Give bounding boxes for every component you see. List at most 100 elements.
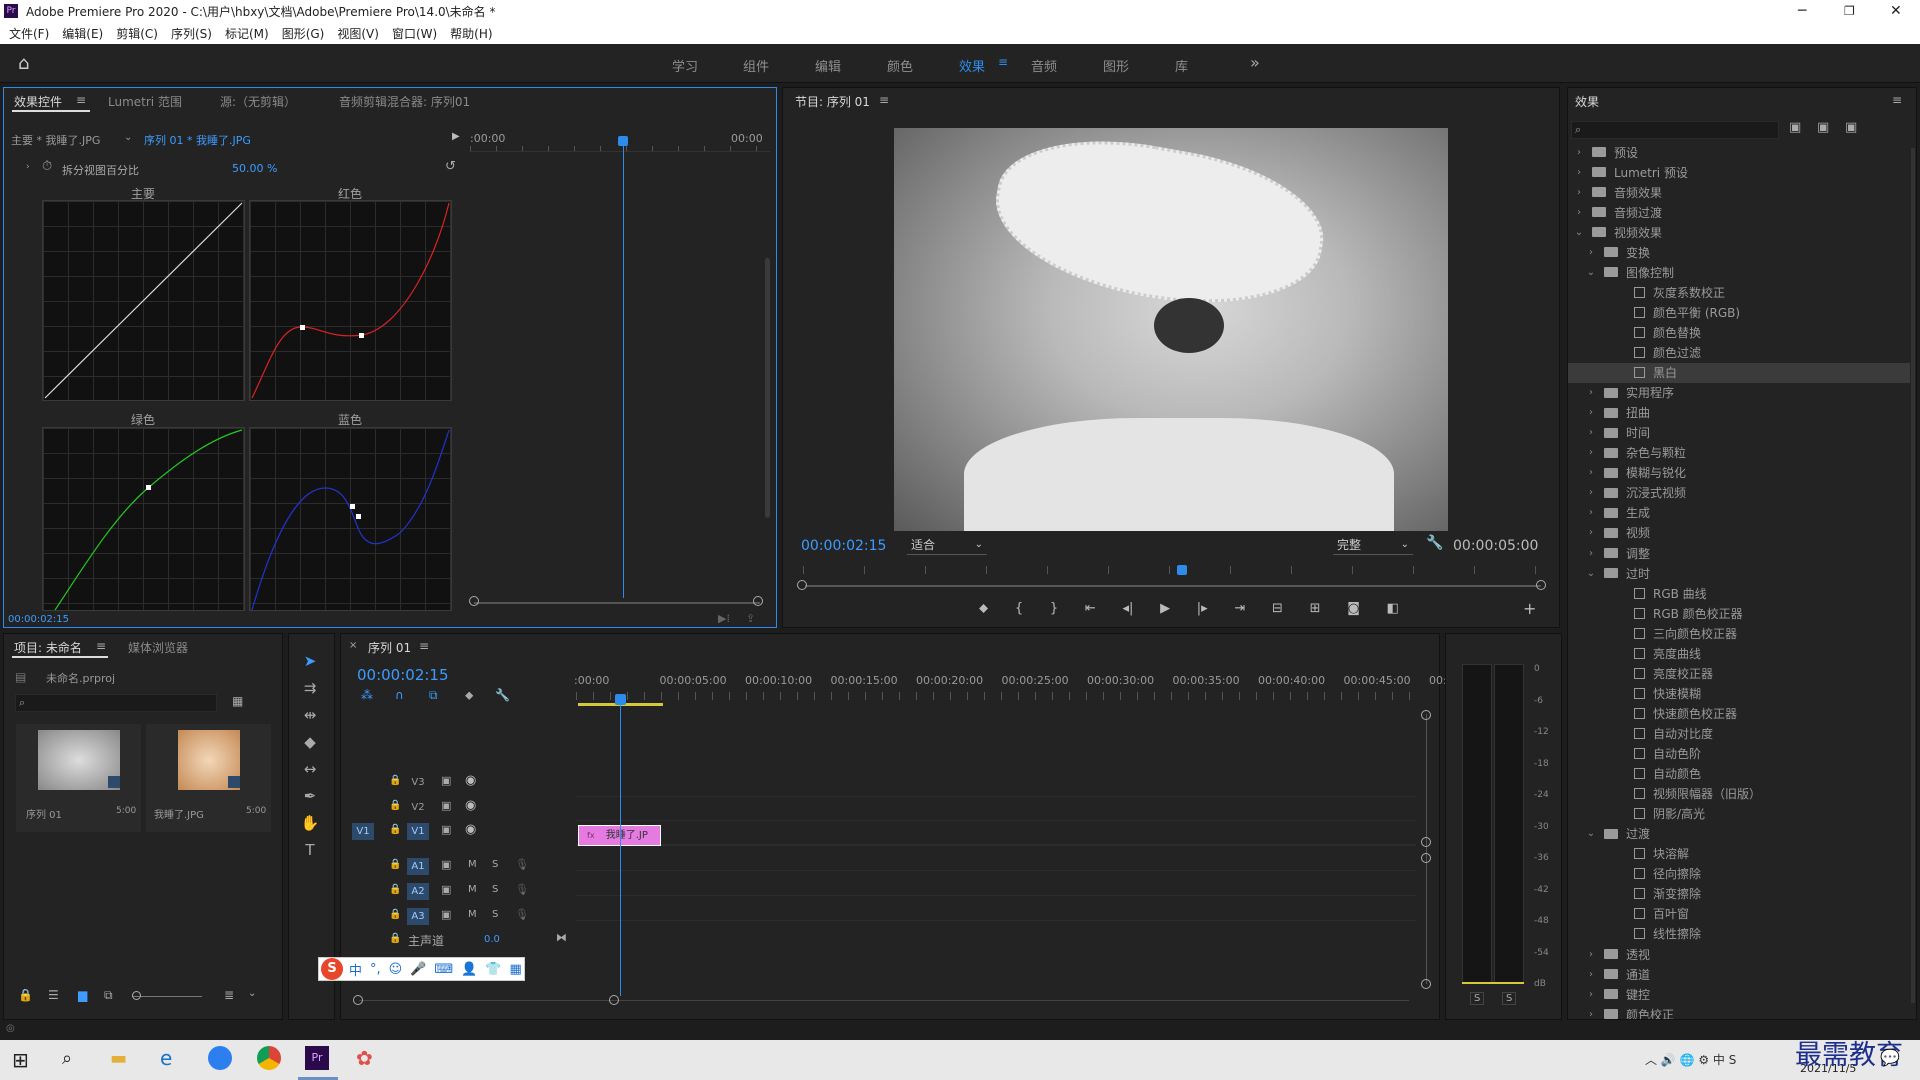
ime-user-icon[interactable]: 👤 <box>461 962 477 977</box>
expand-arrow-icon[interactable]: › <box>26 162 30 172</box>
effect-item[interactable]: 快速颜色校正器 <box>1568 703 1910 723</box>
tab-lumetri-scopes[interactable]: Lumetri 范围 <box>108 93 182 110</box>
effect-item[interactable]: 黑白 <box>1568 362 1910 383</box>
curve-red[interactable] <box>249 200 452 401</box>
solo-button[interactable]: S <box>492 884 498 895</box>
ec-zoom-scroll[interactable] <box>474 602 760 604</box>
effect-item[interactable]: 三向颜色校正器 <box>1568 623 1910 643</box>
effect-item[interactable]: 百叶窗 <box>1568 904 1910 924</box>
tab-effect-controls[interactable]: 效果控件 <box>14 93 62 110</box>
effect-folder[interactable]: › 键控 <box>1568 984 1910 1004</box>
effect-item[interactable]: 渐变擦除 <box>1568 884 1910 904</box>
workspace-learn[interactable]: 学习 <box>672 56 698 75</box>
sync-lock-icon[interactable]: ▣ <box>441 799 451 812</box>
effect-item[interactable]: RGB 曲线 <box>1568 583 1910 603</box>
mute-button[interactable]: M <box>468 859 477 870</box>
chevron-down-icon[interactable]: ⌄ <box>1572 227 1586 238</box>
play-icon[interactable]: ▶ <box>1160 601 1170 621</box>
effect-item[interactable]: 亮度校正器 <box>1568 663 1910 683</box>
chevron-right-icon[interactable]: › <box>1584 407 1598 418</box>
split-view-value[interactable]: 50.00 % <box>232 162 277 175</box>
ec-playhead[interactable] <box>623 138 624 598</box>
chevron-right-icon[interactable]: › <box>1584 447 1598 458</box>
share-icon[interactable]: ⇪ <box>746 612 755 625</box>
effects-scrollbar[interactable] <box>1911 148 1915 1003</box>
hscroll-handle-left[interactable] <box>353 995 363 1005</box>
reset-icon[interactable]: ↺ <box>445 159 456 174</box>
menu-graphics[interactable]: 图形(G) <box>282 25 325 42</box>
chevron-right-icon[interactable]: › <box>1584 969 1598 980</box>
new-bin-icon[interactable]: ▦ <box>232 694 243 708</box>
timeline-ruler[interactable]: :00:00 00:00:05:00 00:00:10:00 00:00:15:00 0… <box>574 674 1458 704</box>
ime-punct-icon[interactable]: °, <box>370 962 381 977</box>
project-menu-icon[interactable]: ≡ <box>96 639 106 653</box>
menu-sequence[interactable]: 序列(S) <box>171 25 212 42</box>
track-label[interactable]: A3 <box>407 908 429 925</box>
effect-folder[interactable]: › 变换 <box>1568 242 1910 262</box>
app-icon-blue[interactable] <box>208 1046 232 1070</box>
timeline-playhead[interactable] <box>620 696 621 996</box>
workspace-color[interactable]: 颜色 <box>887 56 913 75</box>
hscroll-handle-right[interactable] <box>609 995 619 1005</box>
chevron-right-icon[interactable]: › <box>1584 548 1598 559</box>
effect-folder[interactable]: › 模糊与锐化 <box>1568 463 1910 483</box>
chevron-right-icon[interactable]: › <box>1584 247 1598 258</box>
settings-wrench-icon[interactable]: 🔧 <box>1426 535 1443 551</box>
program-zoom-right[interactable] <box>1536 580 1546 590</box>
mark-out-icon[interactable]: } <box>1050 601 1058 621</box>
yuv-effects-icon[interactable]: ▣ <box>1845 120 1857 135</box>
ime-keyboard-icon[interactable]: ⌨ <box>434 962 453 977</box>
chevron-right-icon[interactable]: › <box>1572 187 1586 198</box>
maximize-button[interactable]: ❐ <box>1844 4 1855 18</box>
project-search-input[interactable]: ⌕ <box>15 694 217 712</box>
effect-folder[interactable]: › 视频 <box>1568 523 1910 543</box>
chevron-down-icon[interactable]: ⌄ <box>248 988 256 999</box>
chevron-down-icon[interactable]: ⌄ <box>1584 568 1598 579</box>
solo-left-button[interactable]: S <box>1470 992 1485 1005</box>
track-lock-icon[interactable]: 🔒 <box>389 859 401 870</box>
mark-in-icon[interactable]: { <box>1015 601 1023 621</box>
track-select-tool-icon[interactable]: ⇉ <box>299 679 321 701</box>
list-view-icon[interactable]: ☰ <box>48 988 59 1002</box>
effect-folder[interactable]: › 时间 <box>1568 423 1910 443</box>
step-back-icon[interactable]: ◂| <box>1122 601 1133 621</box>
effect-folder[interactable]: ⌄ 过时 <box>1568 563 1910 583</box>
eye-icon[interactable]: ◉ <box>465 773 476 788</box>
effect-item[interactable]: 线性擦除 <box>1568 924 1910 944</box>
effect-folder[interactable]: › 预设 <box>1568 142 1910 162</box>
master-value[interactable]: 0.0 <box>484 934 500 945</box>
workspace-assembly[interactable]: 组件 <box>743 56 769 75</box>
ime-chinese-icon[interactable]: 中 <box>349 960 362 979</box>
track-lock-icon[interactable]: 🔒 <box>389 884 401 895</box>
track-label[interactable]: V3 <box>407 774 429 791</box>
chevron-down-icon[interactable]: ⌄ <box>1584 828 1598 839</box>
premiere-taskbar-icon[interactable]: Pr <box>305 1046 329 1070</box>
chevron-down-icon[interactable]: ⌄ <box>124 132 132 143</box>
curve-green[interactable] <box>42 427 245 611</box>
sync-lock-icon[interactable]: ▣ <box>441 908 451 921</box>
project-item-image[interactable]: 我睡了.JPG 5:00 <box>146 724 271 832</box>
tab-project[interactable]: 项目: 未命名 <box>14 639 82 656</box>
source-patch-v1[interactable]: V1 <box>352 823 374 840</box>
ime-emoji-icon[interactable]: ☺ <box>389 962 403 977</box>
track-lock-icon[interactable]: 🔒 <box>389 800 401 811</box>
32bit-effects-icon[interactable]: ▣ <box>1817 120 1829 135</box>
solo-button[interactable]: S <box>492 909 498 920</box>
notification-icon[interactable]: 💬 <box>1880 1048 1900 1067</box>
add-marker-icon[interactable]: ⬥ <box>979 601 988 621</box>
ec-scrollbar[interactable] <box>765 258 770 518</box>
sync-lock-icon[interactable]: ▣ <box>441 823 451 836</box>
clip-path-sequence[interactable]: 序列 01 * 我睡了.JPG <box>144 132 251 148</box>
button-editor-plus-icon[interactable]: + <box>1523 599 1536 618</box>
effect-item[interactable]: RGB 颜色校正器 <box>1568 603 1910 623</box>
extract-icon[interactable]: ⊞ <box>1310 601 1321 621</box>
chevron-right-icon[interactable]: › <box>1584 487 1598 498</box>
effect-folder[interactable]: ⌄ 图像控制 <box>1568 262 1910 282</box>
menu-file[interactable]: 文件(F) <box>9 25 49 42</box>
track-label[interactable]: V2 <box>407 799 429 816</box>
chevron-right-icon[interactable]: › <box>1584 949 1598 960</box>
effect-folder[interactable]: › 生成 <box>1568 503 1910 523</box>
track-label[interactable]: A1 <box>407 858 429 875</box>
pen-tool-icon[interactable]: ✒ <box>299 787 321 809</box>
ime-toolbar[interactable]: S 中 °, ☺ 🎤 ⌨ 👤 👕 ▦ <box>318 957 525 981</box>
